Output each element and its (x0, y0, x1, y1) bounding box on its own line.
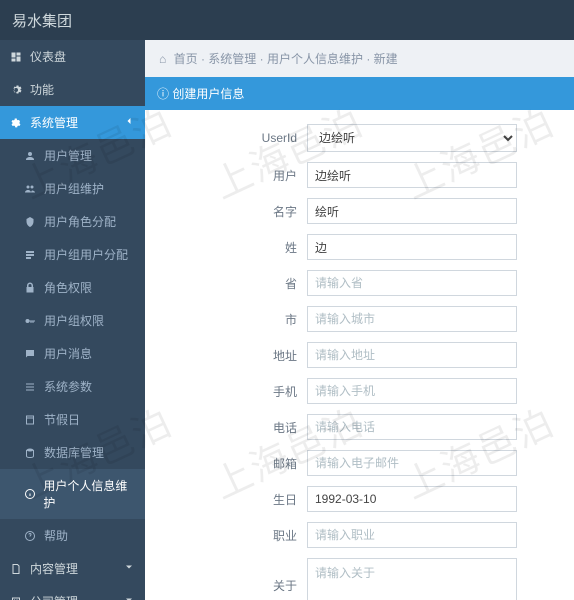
sidebar-label: 用户角色分配 (44, 213, 116, 230)
chevron-left-icon (123, 115, 135, 130)
breadcrumb: ⌂ 首页 · 系统管理 · 用户个人信息维护 · 新建 (145, 40, 574, 77)
panel-title: 创建用户信息 (172, 87, 244, 101)
crumb-profile[interactable]: 用户个人信息维护 (267, 52, 363, 66)
sidebar-item-user-group-perm[interactable]: 用户组权限 (0, 304, 145, 337)
user-icon (24, 150, 38, 162)
label-address: 地址 (157, 347, 307, 364)
about-textarea[interactable] (307, 558, 517, 600)
topbar: 易水集团 (0, 0, 574, 40)
sidebar-item-company-mgmt[interactable]: 公司管理 (0, 585, 145, 600)
sidebar: 仪表盘 功能 系统管理 用户管理 用户组维护 用户角色分配 用户组用户分配 角色… (0, 40, 145, 600)
chevron-down-icon (123, 594, 135, 600)
mobile-input[interactable] (307, 378, 517, 404)
building-icon (10, 596, 24, 600)
sidebar-item-role-perm[interactable]: 角色权限 (0, 271, 145, 304)
sidebar-label: 用户消息 (44, 345, 92, 362)
sidebar-label: 用户个人信息维护 (43, 477, 135, 511)
job-input[interactable] (307, 522, 517, 548)
dashboard-icon (10, 51, 24, 63)
sidebar-item-sys-param[interactable]: 系统参数 (0, 370, 145, 403)
sidebar-item-user-mgmt[interactable]: 用户管理 (0, 139, 145, 172)
label-mobile: 手机 (157, 383, 307, 400)
province-input[interactable] (307, 270, 517, 296)
label-city: 市 (157, 311, 307, 328)
sidebar-label: 内容管理 (30, 560, 78, 577)
brand-title: 易水集团 (12, 10, 72, 31)
sidebar-label: 用户管理 (44, 147, 92, 164)
sidebar-label: 用户组用户分配 (44, 246, 128, 263)
panel-header: ⓘ 创建用户信息 (145, 77, 574, 110)
phone-input[interactable] (307, 414, 517, 440)
info-icon (24, 488, 37, 500)
sidebar-item-sysmgmt[interactable]: 系统管理 (0, 106, 145, 139)
message-icon (24, 348, 38, 360)
role-icon (24, 216, 38, 228)
crumb-home[interactable]: 首页 (174, 52, 198, 66)
group-icon (24, 183, 38, 195)
sidebar-label: 系统参数 (44, 378, 92, 395)
help-icon (24, 530, 38, 542)
sidebar-item-user-group[interactable]: 用户组维护 (0, 172, 145, 205)
sidebar-item-user-profile[interactable]: 用户个人信息维护 (0, 469, 145, 519)
sidebar-item-dashboard[interactable]: 仪表盘 (0, 40, 145, 73)
sidebar-item-user-role-alloc[interactable]: 用户角色分配 (0, 205, 145, 238)
label-surname: 姓 (157, 239, 307, 256)
user-input[interactable] (307, 162, 517, 188)
surname-input[interactable] (307, 234, 517, 260)
sidebar-label: 用户组权限 (44, 312, 104, 329)
calendar-icon (24, 414, 38, 426)
sidebar-label: 节假日 (44, 411, 80, 428)
address-input[interactable] (307, 342, 517, 368)
form-panel: UserId边绘听 用户 名字 姓 省 市 地址 手机 电话 邮箱 生日 职业 … (145, 110, 574, 600)
city-input[interactable] (307, 306, 517, 332)
settings-icon (10, 117, 24, 129)
label-birthday: 生日 (157, 491, 307, 508)
assign-icon (24, 249, 38, 261)
name-input[interactable] (307, 198, 517, 224)
label-about: 关于 (157, 577, 307, 594)
birthday-input[interactable] (307, 486, 517, 512)
sidebar-item-user-group-alloc[interactable]: 用户组用户分配 (0, 238, 145, 271)
database-icon (24, 447, 38, 459)
sidebar-item-holiday[interactable]: 节假日 (0, 403, 145, 436)
email-input[interactable] (307, 450, 517, 476)
key-icon (24, 315, 38, 327)
param-icon (24, 381, 38, 393)
label-name: 名字 (157, 203, 307, 220)
sidebar-label: 用户组维护 (44, 180, 104, 197)
label-job: 职业 (157, 527, 307, 544)
label-province: 省 (157, 275, 307, 292)
sidebar-label: 数据库管理 (44, 444, 104, 461)
userid-select[interactable]: 边绘听 (307, 124, 517, 152)
info-icon: ⓘ (157, 87, 172, 101)
lock-icon (24, 282, 38, 294)
sidebar-item-content-mgmt[interactable]: 内容管理 (0, 552, 145, 585)
sidebar-item-user-msg[interactable]: 用户消息 (0, 337, 145, 370)
crumb-sys[interactable]: 系统管理 (208, 52, 256, 66)
sidebar-item-help[interactable]: 帮助 (0, 519, 145, 552)
crumb-new: 新建 (374, 52, 398, 66)
home-icon[interactable]: ⌂ (159, 52, 166, 66)
label-user: 用户 (157, 167, 307, 184)
sidebar-label: 帮助 (44, 527, 68, 544)
sidebar-item-db-mgmt[interactable]: 数据库管理 (0, 436, 145, 469)
sidebar-label: 仪表盘 (30, 48, 66, 65)
chevron-down-icon (123, 561, 135, 576)
gear-icon (10, 84, 24, 96)
main-content: ⌂ 首页 · 系统管理 · 用户个人信息维护 · 新建 ⓘ 创建用户信息 Use… (145, 40, 574, 600)
doc-icon (10, 563, 24, 575)
sidebar-item-features[interactable]: 功能 (0, 73, 145, 106)
label-userid: UserId (157, 131, 307, 145)
label-phone: 电话 (157, 419, 307, 436)
sidebar-label: 系统管理 (30, 114, 78, 131)
sidebar-label: 角色权限 (44, 279, 92, 296)
label-email: 邮箱 (157, 455, 307, 472)
sidebar-label: 公司管理 (30, 593, 78, 600)
sidebar-label: 功能 (30, 81, 54, 98)
